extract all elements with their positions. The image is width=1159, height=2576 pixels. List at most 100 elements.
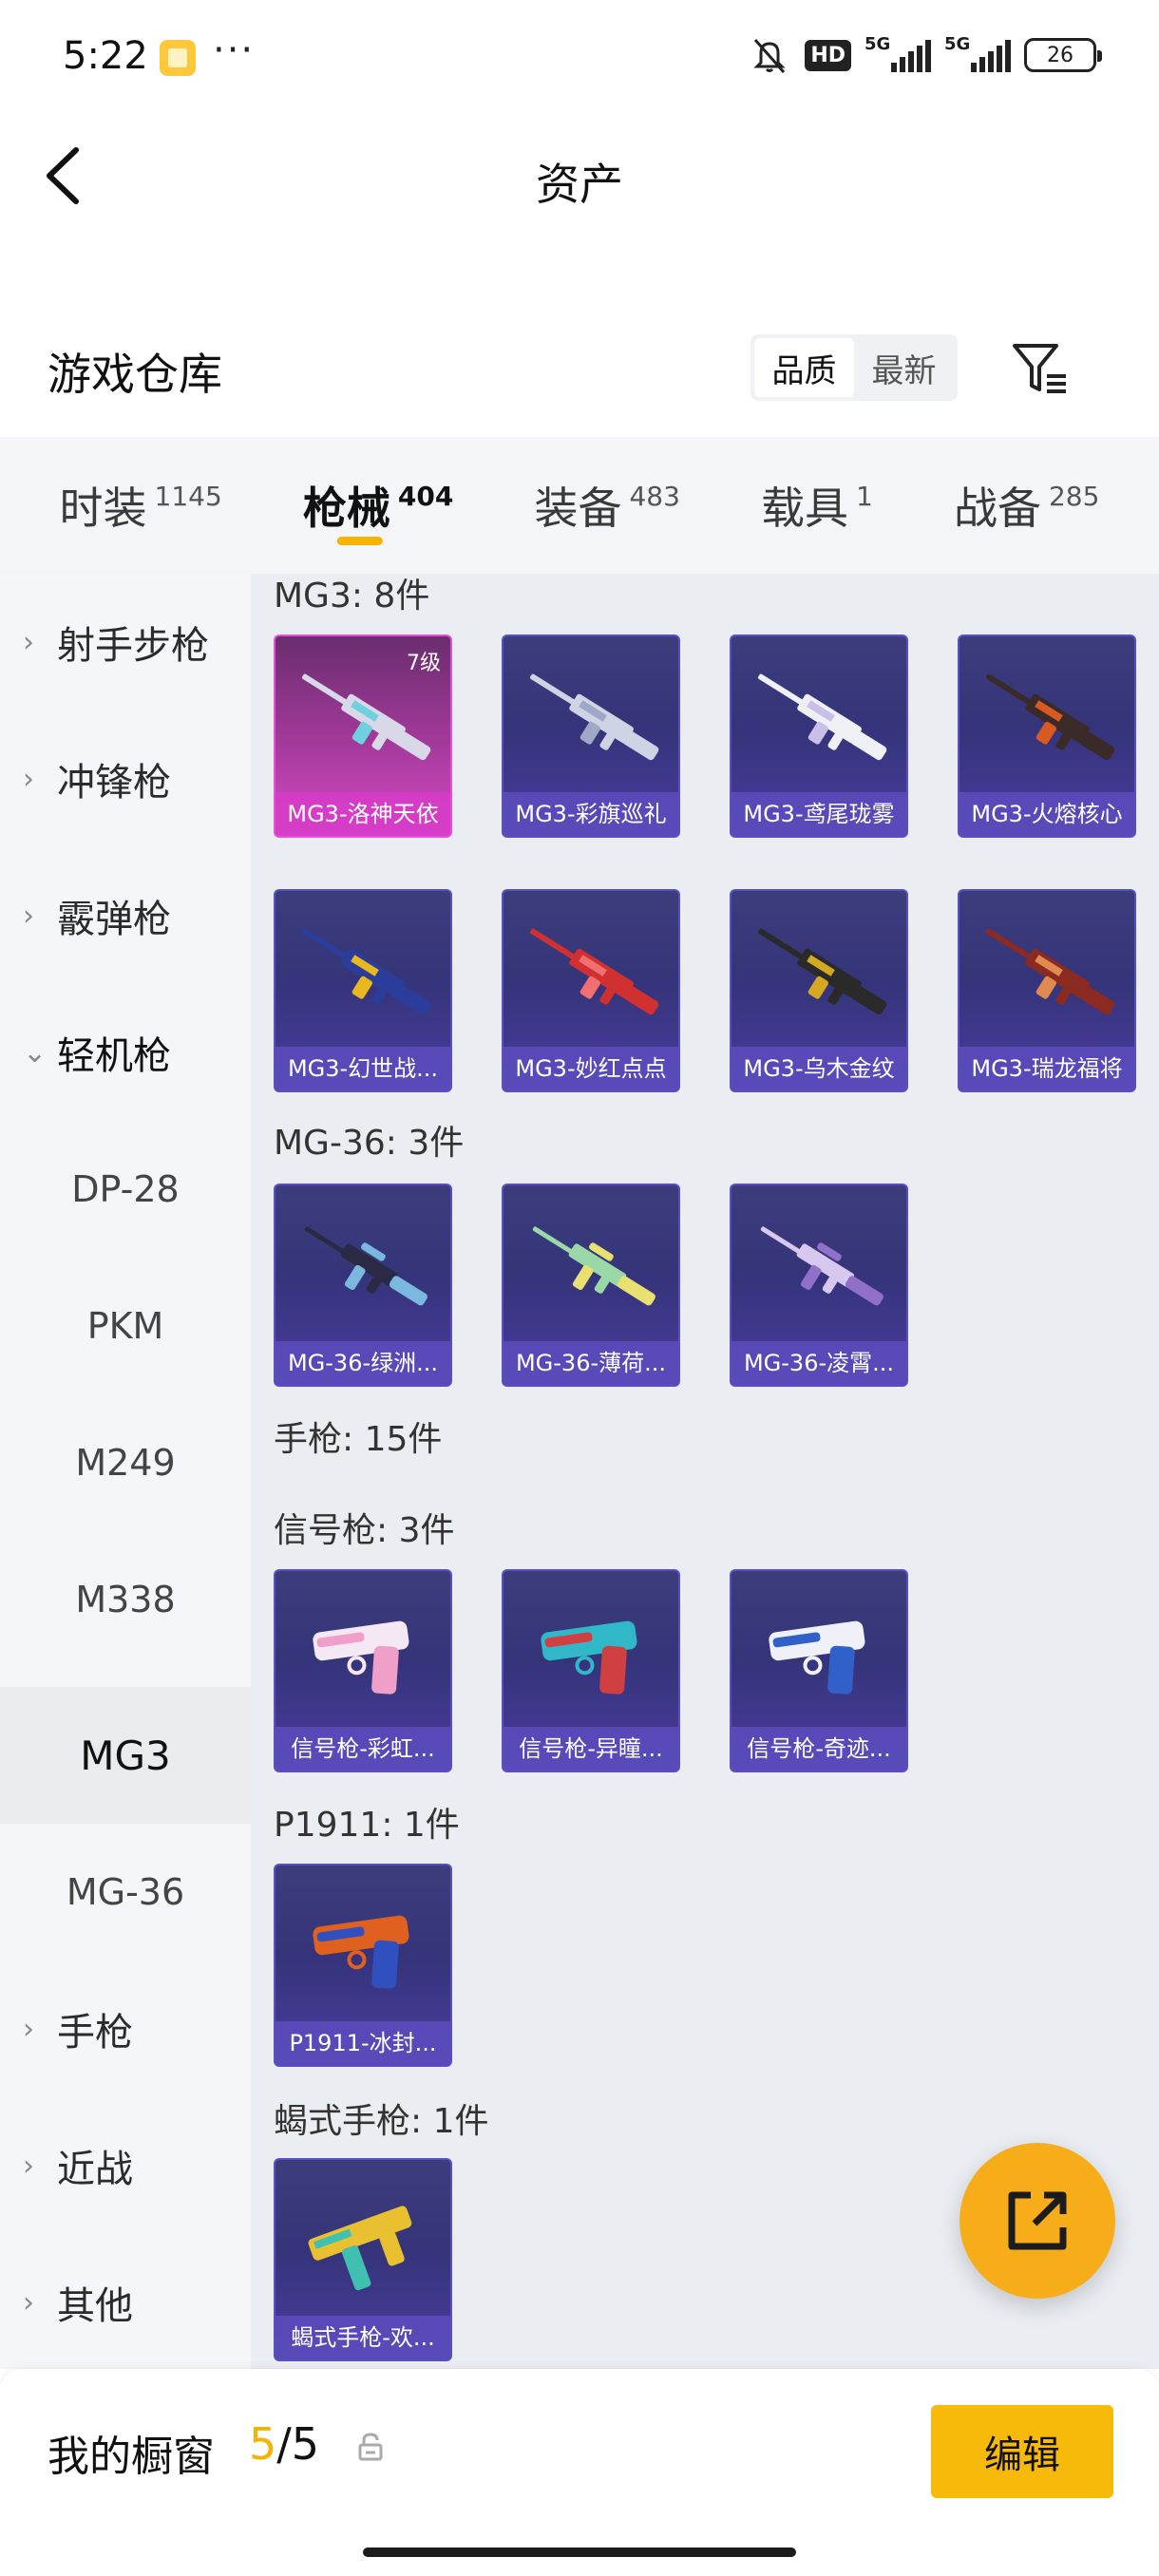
weapon-image [532, 1226, 656, 1306]
weapon-card[interactable]: MG3-瑞龙福将 [958, 889, 1136, 1092]
weapon-name: MG-36-绿洲... [276, 1341, 450, 1385]
showcase-count: 5/5 [249, 2418, 320, 2470]
weapon-name: MG3-妙红点点 [504, 1047, 678, 1090]
weapon-image [308, 2206, 412, 2291]
weapon-image [757, 928, 887, 1015]
group-title-flare: 信号枪: 3件 [274, 1511, 455, 1550]
sidebar-item-mg36[interactable]: MG-36 [0, 1824, 251, 1960]
sidebar-item-shotgun[interactable]: › 霰弹枪 [0, 847, 251, 984]
mute-icon [748, 36, 791, 74]
weapon-card[interactable]: MG3-鸢尾珑雾 [730, 635, 908, 838]
notification-app-icon [160, 40, 196, 76]
group-title-mg3: MG3: 8件 [274, 577, 430, 616]
more-notifications-icon: ··· [213, 28, 256, 72]
sidebar-item-dmr[interactable]: › 射手步枪 [0, 574, 251, 710]
weapon-image [769, 1620, 865, 1695]
sort-toggle: 品质 最新 [750, 334, 958, 401]
weapon-card[interactable]: 信号枪-彩虹... [274, 1569, 452, 1772]
weapon-card[interactable]: MG3-幻世战... [274, 889, 452, 1092]
sort-quality-button[interactable]: 品质 [754, 338, 854, 397]
chevron-right-icon: › [23, 2285, 34, 2320]
weapon-card[interactable]: MG3-彩旗巡礼 [502, 635, 680, 838]
weapon-name: 信号枪-彩虹... [276, 1727, 450, 1771]
weapon-name: MG-36-薄荷... [504, 1341, 678, 1385]
weapon-image [529, 928, 659, 1015]
weapon-image [301, 928, 431, 1015]
sidebar-item-pistol[interactable]: › 手枪 [0, 1960, 251, 2097]
tab-supplies[interactable]: 战备 285 [954, 437, 1099, 574]
chevron-right-icon: › [23, 2012, 34, 2046]
showcase-label: 我的橱窗 [48, 2433, 215, 2481]
weapon-card[interactable]: MG3-乌木金纹 [730, 889, 908, 1092]
sidebar-item-m249[interactable]: M249 [0, 1394, 251, 1531]
weapon-name: 信号枪-异瞳... [504, 1727, 678, 1771]
chevron-down-icon: ⌄ [23, 1035, 48, 1070]
page-title: 资产 [536, 159, 623, 210]
weapon-name: MG3-乌木金纹 [732, 1047, 906, 1090]
weapon-card[interactable]: P1911-冰封... [274, 1864, 452, 2067]
signal-icon-2: 5G [944, 34, 1011, 72]
signal-icon-1: 5G [864, 34, 931, 72]
sidebar-item-pkm[interactable]: PKM [0, 1258, 251, 1394]
weapon-image [985, 673, 1115, 761]
sidebar-item-lmg[interactable]: ⌄ 轻机枪 [0, 984, 251, 1121]
weapon-image [313, 1915, 409, 1989]
weapon-card[interactable]: MG3-火熔核心 [958, 635, 1136, 838]
showcase-bar: 我的橱窗 5/5 编辑 [0, 2369, 1159, 2576]
weapon-name: MG3-鸢尾珑雾 [732, 792, 906, 836]
weapon-name: 蝎式手枪-欢... [276, 2316, 450, 2359]
active-tab-indicator [336, 537, 383, 545]
chevron-right-icon: › [23, 625, 34, 659]
weapon-name: 信号枪-奇迹... [732, 1727, 906, 1771]
tab-firearms[interactable]: 枪械 404 [303, 437, 453, 574]
share-icon [1008, 2191, 1067, 2250]
level-badge: 7级 [407, 652, 441, 675]
edit-button[interactable]: 编辑 [931, 2405, 1113, 2498]
weapon-image [541, 1620, 637, 1695]
sidebar-item-smg[interactable]: › 冲锋枪 [0, 710, 251, 847]
home-indicator[interactable] [363, 2548, 796, 2557]
weapon-card[interactable]: 蝎式手枪-欢... [274, 2158, 452, 2361]
weapon-name: MG3-幻世战... [276, 1047, 450, 1090]
hd-voice-icon: HD [805, 39, 851, 71]
weapon-name: P1911-冰封... [276, 2021, 450, 2065]
chevron-right-icon: › [23, 899, 34, 933]
sidebar-item-melee[interactable]: › 近战 [0, 2097, 251, 2234]
tab-fashion[interactable]: 时装 1145 [60, 437, 222, 574]
category-tabs: 时装 1145 枪械 404 装备 483 载具 1 战备 285 [0, 437, 1159, 574]
weapon-card[interactable]: 信号枪-奇迹... [730, 1569, 908, 1772]
tab-vehicles[interactable]: 载具 1 [761, 437, 873, 574]
sort-latest-button[interactable]: 最新 [854, 338, 954, 397]
weapon-name: MG3-火熔核心 [960, 792, 1134, 836]
weapon-name: MG3-彩旗巡礼 [504, 792, 678, 836]
weapon-card[interactable]: MG3-妙红点点 [502, 889, 680, 1092]
group-title-scorpion: 蝎式手枪: 1件 [274, 2102, 489, 2141]
chevron-right-icon: › [23, 762, 34, 796]
weapon-card[interactable]: MG-36-薄荷... [502, 1184, 680, 1387]
weapon-image [313, 1620, 409, 1695]
sidebar-item-other[interactable]: › 其他 [0, 2234, 251, 2371]
group-title-mg36: MG-36: 3件 [274, 1124, 465, 1163]
sidebar-item-m338[interactable]: M338 [0, 1531, 251, 1668]
tab-equipment[interactable]: 装备 483 [534, 437, 679, 574]
weapon-card[interactable]: MG-36-绿洲... [274, 1184, 452, 1387]
status-time: 5:22 [63, 34, 148, 78]
weapon-card[interactable]: MG-36-凌霄... [730, 1184, 908, 1387]
group-title-p1911: P1911: 1件 [274, 1806, 460, 1845]
warehouse-title: 游戏仓库 [48, 349, 222, 400]
weapon-card[interactable]: 信号枪-异瞳... [502, 1569, 680, 1772]
filter-icon[interactable] [1007, 334, 1074, 401]
weapon-image [304, 1226, 428, 1306]
share-export-button[interactable] [960, 2143, 1115, 2299]
weapon-name: MG3-瑞龙福将 [960, 1047, 1134, 1090]
weapon-category-sidebar: › 射手步枪 › 冲锋枪 › 霰弹枪 ⌄ 轻机枪 DP-28 PKM M249 M338… [0, 574, 251, 2369]
chevron-right-icon: › [23, 2149, 34, 2183]
weapon-grid: MG3: 8件 MG-36: 3件 手枪: 15件 信号枪: 3件 P1911:… [251, 574, 1159, 2369]
weapon-image [760, 1226, 884, 1306]
weapon-card[interactable]: 7级 MG3-洛神天依 [274, 635, 452, 838]
weapon-image [529, 673, 659, 761]
sidebar-item-dp28[interactable]: DP-28 [0, 1121, 251, 1258]
weapon-image [757, 673, 887, 761]
lock-icon [357, 2432, 384, 2462]
sidebar-item-mg3[interactable]: MG3 [0, 1687, 251, 1824]
